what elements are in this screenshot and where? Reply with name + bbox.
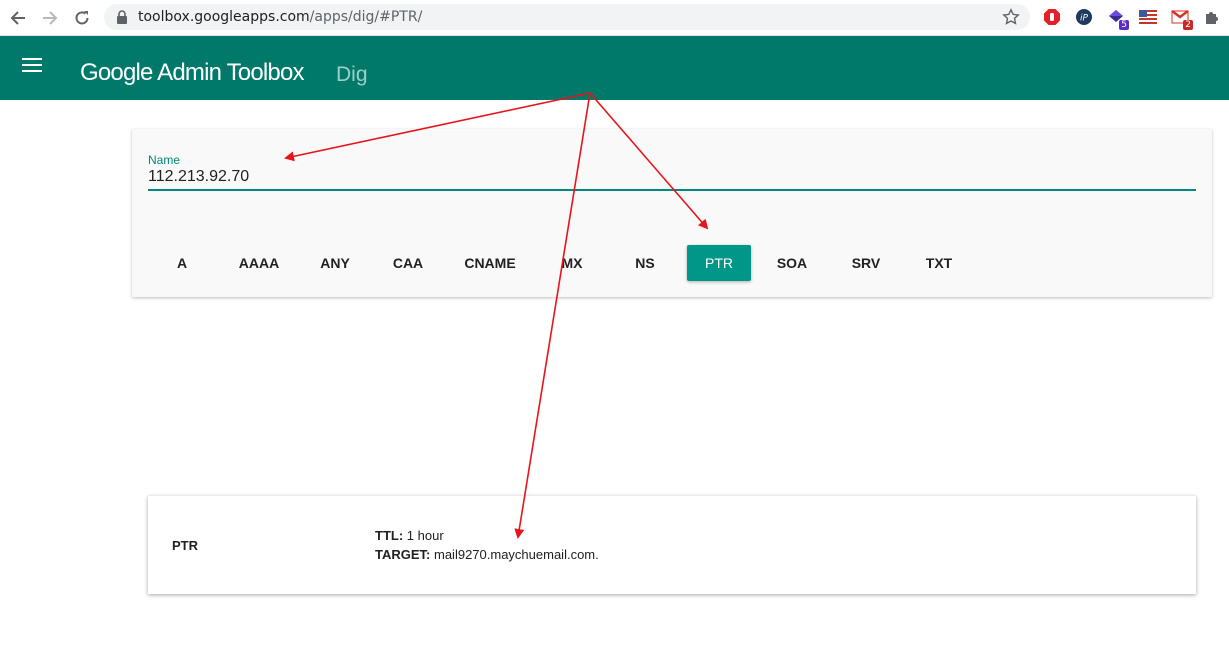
puzzle-icon[interactable] — [1203, 8, 1221, 26]
type-button-aaaa[interactable]: AAAA — [233, 245, 285, 281]
address-bar[interactable]: toolbox.googleapps.com/apps/dig/#PTR/ — [104, 4, 1030, 30]
reload-button[interactable] — [71, 7, 93, 29]
type-button-ns[interactable]: NS — [624, 245, 666, 281]
diamond-icon[interactable]: 5 — [1107, 8, 1129, 30]
target-line: TARGET: mail9270.maychuemail.com. — [375, 547, 599, 562]
flag-icon[interactable] — [1139, 8, 1157, 26]
back-arrow-icon — [10, 11, 25, 25]
gmail-badge: 2 — [1183, 20, 1193, 30]
bookmark-star-icon[interactable] — [1002, 8, 1020, 26]
adblock-icon[interactable] — [1043, 8, 1061, 26]
url-host: toolbox.googleapps.com — [138, 9, 310, 25]
app-subtitle: Dig — [336, 63, 368, 86]
type-button-txt[interactable]: TXT — [918, 245, 960, 281]
type-button-srv[interactable]: SRV — [844, 245, 888, 281]
name-label: Name — [148, 153, 181, 167]
result-card: PTR TTL: 1 hour TARGET: mail9270.maychue… — [148, 496, 1196, 594]
type-button-mx[interactable]: MX — [550, 245, 594, 281]
ip-icon[interactable]: iP — [1075, 8, 1093, 26]
browser-toolbar: toolbox.googleapps.com/apps/dig/#PTR/ iP… — [0, 0, 1229, 36]
gmail-icon[interactable]: 2 — [1171, 8, 1193, 30]
type-button-a[interactable]: A — [162, 245, 202, 281]
type-button-any[interactable]: ANY — [312, 245, 358, 281]
target-label: TARGET: — [375, 547, 431, 562]
name-input[interactable] — [148, 167, 1196, 191]
svg-text:iP: iP — [1080, 14, 1089, 24]
app-header: Google Admin Toolbox Dig — [0, 36, 1229, 100]
app-title: Google Admin Toolbox — [80, 59, 305, 86]
reload-icon — [75, 11, 89, 25]
type-button-ptr[interactable]: PTR — [687, 245, 751, 281]
ttl-line: TTL: 1 hour — [375, 528, 444, 543]
forward-button[interactable] — [39, 7, 61, 29]
record-type: PTR — [172, 538, 198, 553]
type-button-cname[interactable]: CNAME — [458, 245, 522, 281]
ttl-value: 1 hour — [406, 528, 444, 543]
target-value: mail9270.maychuemail.com. — [434, 547, 599, 562]
hamburger-menu-icon[interactable] — [22, 58, 42, 74]
type-button-caa[interactable]: CAA — [386, 245, 430, 281]
url-path: /apps/dig/#PTR/ — [309, 9, 423, 25]
diamond-badge: 5 — [1119, 20, 1129, 30]
lock-icon — [117, 10, 127, 24]
forward-arrow-icon — [43, 11, 58, 25]
url-text: toolbox.googleapps.com/apps/dig/#PTR/ — [138, 9, 422, 25]
type-button-soa[interactable]: SOA — [770, 245, 814, 281]
query-card: Name A AAAA ANY CAA CNAME MX NS PTR SOA … — [132, 129, 1212, 297]
back-button[interactable] — [7, 7, 29, 29]
ttl-label: TTL: — [375, 528, 404, 543]
